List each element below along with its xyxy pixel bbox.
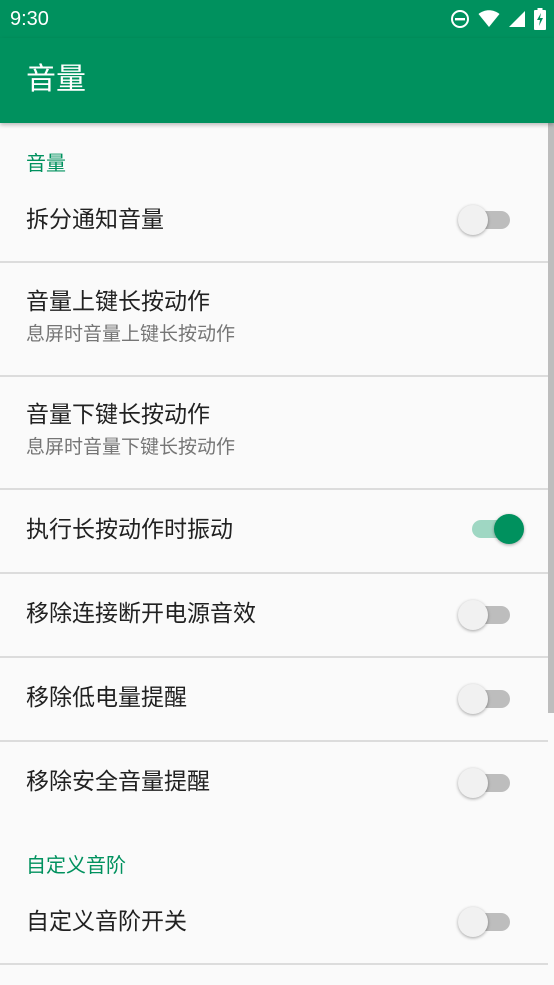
- pref-volume-up-long-press[interactable]: 音量上键长按动作 息屏时音量上键长按动作: [0, 263, 548, 375]
- battery-charging-icon: [534, 8, 546, 30]
- wifi-icon: [478, 10, 500, 28]
- vibrate-on-long-press-switch[interactable]: [468, 511, 524, 547]
- pref-summary: 息屏时音量下键长按动作: [26, 436, 236, 458]
- switch-thumb: [458, 768, 488, 798]
- scrollbar[interactable]: [548, 123, 554, 713]
- do-not-disturb-icon: [450, 9, 470, 29]
- pref-vibrate-on-long-press[interactable]: 执行长按动作时振动: [0, 490, 548, 572]
- pref-title: 音量上键长按动作: [26, 289, 210, 315]
- custom-scale-switch[interactable]: [458, 904, 514, 940]
- preferences-list[interactable]: 音量 拆分通知音量 音量上键长按动作 息屏时音量上键长按动作 音量下键长按动作 …: [0, 123, 554, 985]
- pref-title: 自定义音阶开关: [26, 909, 187, 935]
- pref-remove-power-connect-sound[interactable]: 移除连接断开电源音效: [0, 574, 548, 656]
- pref-remove-low-battery-warning[interactable]: 移除低电量提醒: [0, 658, 548, 740]
- status-bar: 9:30: [0, 0, 554, 38]
- pref-title: 音量下键长按动作: [26, 402, 210, 428]
- signal-icon: [508, 10, 526, 28]
- pref-custom-scale-toggle[interactable]: 自定义音阶开关: [0, 885, 548, 963]
- split-notification-volume-switch[interactable]: [458, 202, 514, 238]
- remove-safe-volume-warning-switch[interactable]: [458, 765, 514, 801]
- pref-title: 拆分通知音量: [26, 207, 164, 233]
- switch-thumb: [458, 205, 488, 235]
- pref-title: 执行长按动作时振动: [26, 517, 233, 543]
- pref-summary: 息屏时音量上键长按动作: [26, 323, 236, 345]
- switch-thumb: [458, 907, 488, 937]
- page-title: 音量: [26, 62, 86, 97]
- pref-title: 移除安全音量提醒: [26, 769, 210, 795]
- switch-thumb: [458, 684, 488, 714]
- pref-volume-down-long-press[interactable]: 音量下键长按动作 息屏时音量下键长按动作: [0, 377, 548, 488]
- remove-power-connect-sound-switch[interactable]: [458, 597, 514, 633]
- section-header-custom-scale: 自定义音阶: [26, 853, 126, 877]
- switch-thumb: [458, 600, 488, 630]
- remove-low-battery-warning-switch[interactable]: [458, 681, 514, 717]
- pref-remove-safe-volume-warning[interactable]: 移除安全音量提醒: [0, 742, 548, 824]
- section-header-volume: 音量: [26, 151, 66, 175]
- status-icons: [450, 8, 546, 30]
- app-bar: 音量: [0, 38, 554, 123]
- status-time: 9:30: [10, 8, 49, 30]
- divider: [0, 963, 548, 965]
- pref-split-notification-volume[interactable]: 拆分通知音量: [0, 183, 548, 261]
- settings-screen: 9:30 音量 音量 拆分通知音量 音量上键长按动作 息屏时音量上键长按动作 音…: [0, 0, 554, 985]
- pref-title: 移除连接断开电源音效: [26, 601, 256, 627]
- pref-title: 移除低电量提醒: [26, 685, 187, 711]
- switch-thumb: [494, 514, 524, 544]
